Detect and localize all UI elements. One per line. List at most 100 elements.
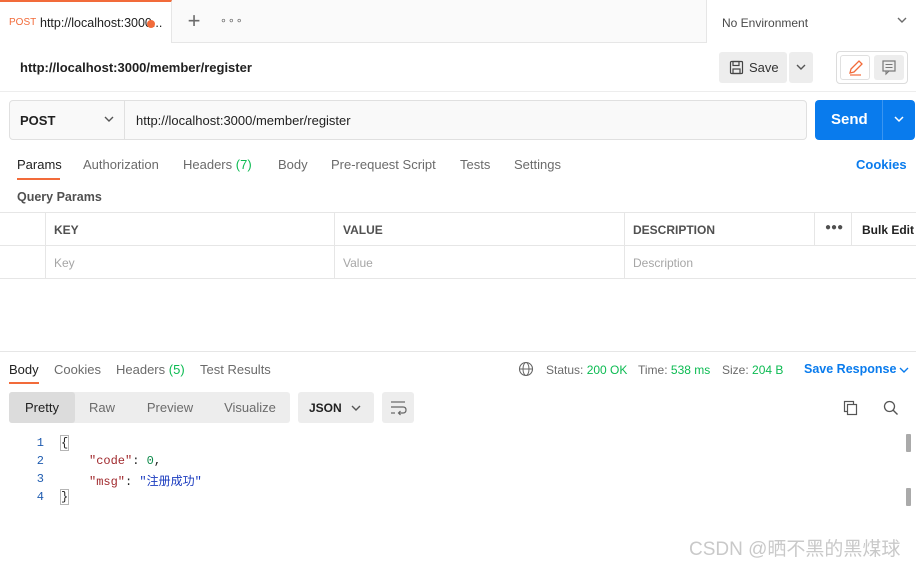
tab-authorization[interactable]: Authorization [83,157,159,172]
value-header: VALUE [343,223,383,237]
save-response-label: Save Response [804,362,897,376]
description-input[interactable]: Description [625,246,916,279]
row-checkbox-col [0,246,46,279]
value-input[interactable]: Value [335,246,625,279]
more-tabs-icon[interactable]: ∘∘∘ [220,9,243,33]
format-visualize[interactable]: Visualize [217,392,283,423]
response-bar: Body Cookies Headers (5) Test Results St… [0,351,916,384]
json-value: 0 [146,454,154,468]
chevron-down-icon[interactable] [898,364,910,376]
scroll-marker[interactable] [906,488,911,506]
query-params-title: Query Params [17,190,102,204]
response-tab-body[interactable]: Body [9,362,39,377]
save-options-dropdown[interactable] [789,52,813,83]
tab-settings[interactable]: Settings [514,157,561,172]
chevron-down-icon[interactable] [892,112,906,126]
scroll-marker[interactable] [906,434,911,452]
wrap-lines-icon [391,401,407,416]
line-number: 1 [36,436,44,450]
bulk-edit-button[interactable]: Bulk Edit [852,213,916,246]
language-select[interactable]: JSON [298,392,374,423]
chevron-down-icon [104,116,114,122]
tab-params[interactable]: Params [17,157,62,172]
copy-icon[interactable] [842,399,860,417]
view-toggle [836,51,908,84]
response-headers-label: Headers [116,362,166,377]
request-tab-title: http://localhost:3000... [40,16,163,30]
method-select[interactable]: POST [10,101,125,139]
response-tab-headers[interactable]: Headers (5) [116,362,185,377]
description-column-header: DESCRIPTION [625,213,815,246]
column-options[interactable]: ●●● [815,213,852,246]
format-pretty[interactable]: Pretty [9,392,75,423]
send-button[interactable]: Send [815,100,915,140]
query-params-table: KEY VALUE DESCRIPTION ●●● Bulk Edit Key … [0,212,916,279]
watermark: CSDN @晒不黑的黑煤球 [689,539,901,560]
json-comma: , [153,454,162,468]
json-key: "code" [89,454,133,468]
table-header-row: KEY VALUE DESCRIPTION ●●● Bulk Edit [0,213,916,246]
line-number: 2 [36,454,44,468]
description-placeholder: Description [633,256,694,270]
size-readout[interactable]: Size: 204 B [722,363,783,377]
time-readout[interactable]: Time: 538 ms [638,363,710,377]
code-line: "code": 0, [89,454,161,468]
key-column-header: KEY [46,213,335,246]
edit-view-button[interactable] [840,55,870,80]
description-header: DESCRIPTION [633,223,716,237]
globe-icon[interactable] [518,361,534,377]
comment-icon [882,60,896,76]
status-value: 200 OK [586,363,628,377]
environment-label: No Environment [722,16,809,30]
key-placeholder: Key [54,256,75,270]
send-label: Send [831,111,868,128]
tab-headers[interactable]: Headers (7) [183,157,252,172]
save-icon [729,60,744,75]
unsaved-dot-icon [147,20,155,28]
table-row: Key Value Description [0,246,916,279]
request-tabs: Params Authorization Headers (7) Body Pr… [0,150,916,180]
active-tab-indicator [17,178,60,180]
tab-bar: POST http://localhost:3000... + ∘∘∘ No E… [0,0,916,43]
key-header: KEY [54,223,79,237]
wrap-lines-button[interactable] [382,392,414,423]
code-line: { [59,435,70,451]
request-name[interactable]: http://localhost:3000/member/register [20,60,252,75]
response-headers-count: (5) [168,362,185,377]
key-input[interactable]: Key [46,246,335,279]
cookies-link[interactable]: Cookies [856,157,907,172]
request-tab[interactable]: POST http://localhost:3000... [0,0,172,43]
save-button[interactable]: Save [719,52,787,83]
tab-tests[interactable]: Tests [460,157,490,172]
status-readout[interactable]: Status: 200 OK [546,363,627,377]
save-response-button[interactable]: Save Response [804,362,896,376]
tab-body[interactable]: Body [278,157,308,172]
pencil-icon [849,60,863,76]
size-value: 204 B [752,363,784,377]
format-raw[interactable]: Raw [79,392,125,423]
json-value: "注册成功" [139,475,202,489]
json-key: "msg" [89,475,126,489]
environment-selector[interactable]: No Environment [706,0,916,43]
request-tab-method: POST [9,17,37,28]
value-column-header: VALUE [335,213,625,246]
line-number: 3 [36,472,44,486]
tab-prerequest-script[interactable]: Pre-request Script [331,157,436,172]
open-brace: { [59,435,70,451]
bulk-edit-label: Bulk Edit [862,223,915,237]
chevron-down-icon [897,17,907,23]
json-colon: : [132,454,147,468]
url-input[interactable] [126,101,806,139]
response-format-tabs: Pretty Raw Preview Visualize [9,392,290,423]
save-label: Save [749,60,779,75]
response-tab-cookies[interactable]: Cookies [54,362,101,377]
size-label: Size: [722,363,749,377]
search-icon[interactable] [882,399,900,417]
new-tab-plus-icon[interactable]: + [184,9,204,33]
response-tab-test-results[interactable]: Test Results [200,362,271,377]
format-preview[interactable]: Preview [139,392,201,423]
documentation-view-button[interactable] [874,55,904,80]
time-label: Time: [638,363,668,377]
method-label: POST [20,113,56,128]
language-label: JSON [309,401,342,415]
